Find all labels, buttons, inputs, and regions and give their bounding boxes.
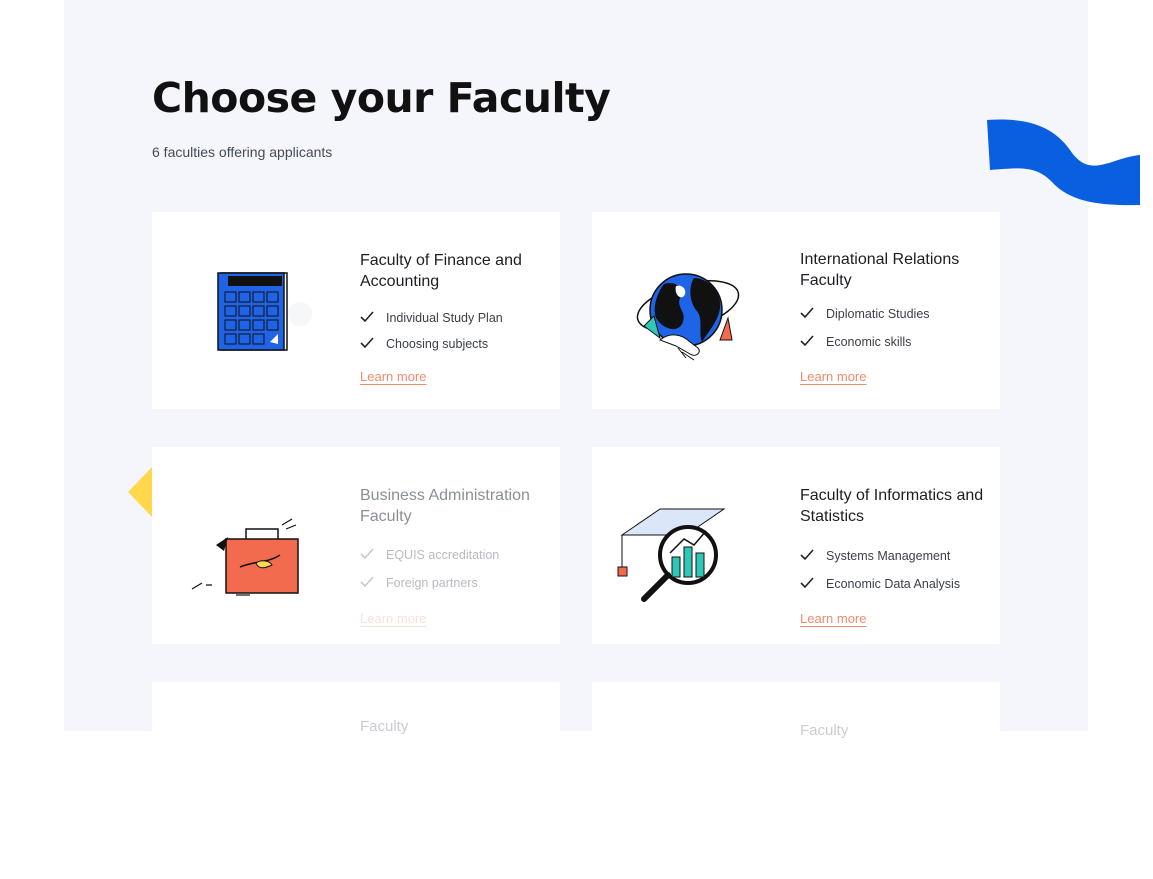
faculty-name: Faculty of Informatics and Statistics — [800, 487, 984, 525]
learn-more-link[interactable]: Learn more — [360, 369, 426, 384]
feature-item: Individual Study Plan — [360, 305, 503, 331]
feature-label: Foreign partners — [386, 576, 478, 590]
feature-label: Individual Study Plan — [386, 311, 503, 325]
feature-item: Diplomatic Studies — [800, 300, 930, 328]
feature-label: EQUIS accreditation — [386, 548, 500, 562]
check-icon — [800, 334, 826, 350]
feature-label: Systems Management — [826, 549, 951, 563]
faculty-card-partial[interactable]: Faculty — [592, 682, 1000, 879]
feature-list: Individual Study Plan Choosing subjects — [360, 305, 503, 357]
feature-item: EQUIS accreditation — [360, 541, 499, 569]
check-icon — [360, 310, 386, 326]
check-icon — [360, 575, 386, 591]
feature-list: Diplomatic Studies Economic skills — [800, 300, 930, 356]
feature-item: Systems Management — [800, 542, 960, 570]
check-icon — [800, 576, 826, 592]
feature-list: EQUIS accreditation Foreign partners — [360, 541, 499, 597]
feature-item: Economic Data Analysis — [800, 570, 960, 598]
feature-label: Diplomatic Studies — [826, 307, 930, 321]
feature-item: Economic skills — [800, 328, 930, 356]
faculty-card-informatics-statistics[interactable]: Faculty of Informatics and Statistics Sy… — [592, 447, 1000, 644]
feature-label: Economic Data Analysis — [826, 577, 961, 591]
faculty-card-business-administration[interactable]: Business Administration Faculty EQUIS ac… — [152, 447, 560, 644]
globe-handshake-icon — [636, 273, 740, 361]
feature-item: Foreign partners — [360, 569, 499, 597]
feature-label: Economic skills — [826, 335, 912, 349]
check-icon — [800, 306, 826, 322]
faculty-name: Faculty — [360, 718, 409, 735]
graduation-magnifier-icon — [617, 508, 726, 602]
faculty-name: Business Administration Faculty — [360, 487, 530, 525]
faculty-card-international-relations[interactable]: International Relations Faculty Diplomat… — [592, 212, 1000, 409]
feature-item: Choosing subjects — [360, 331, 503, 357]
blue-wave-decoration — [987, 119, 1140, 206]
check-icon — [360, 336, 386, 352]
page-title: Choose your Faculty — [152, 74, 611, 122]
calculator-icon — [217, 272, 312, 351]
feature-label: Choosing subjects — [386, 337, 489, 351]
check-icon — [800, 548, 826, 564]
learn-more-link[interactable]: Learn more — [800, 369, 866, 384]
faculty-card-finance[interactable]: Faculty of Finance and Accounting Indivi… — [152, 212, 560, 409]
feature-list: Systems Management Economic Data Analysi… — [800, 542, 960, 598]
faculty-name: International Relations Faculty — [800, 251, 960, 289]
faculty-name: Faculty of Finance and Accounting — [360, 252, 522, 290]
briefcase-icon — [191, 518, 299, 596]
learn-more-link[interactable]: Learn more — [360, 611, 426, 626]
learn-more-link[interactable]: Learn more — [800, 611, 866, 626]
check-icon — [360, 547, 386, 563]
faculty-card-partial[interactable]: Faculty — [152, 682, 560, 879]
page-subtitle: 6 faculties offering applicants — [152, 144, 333, 160]
